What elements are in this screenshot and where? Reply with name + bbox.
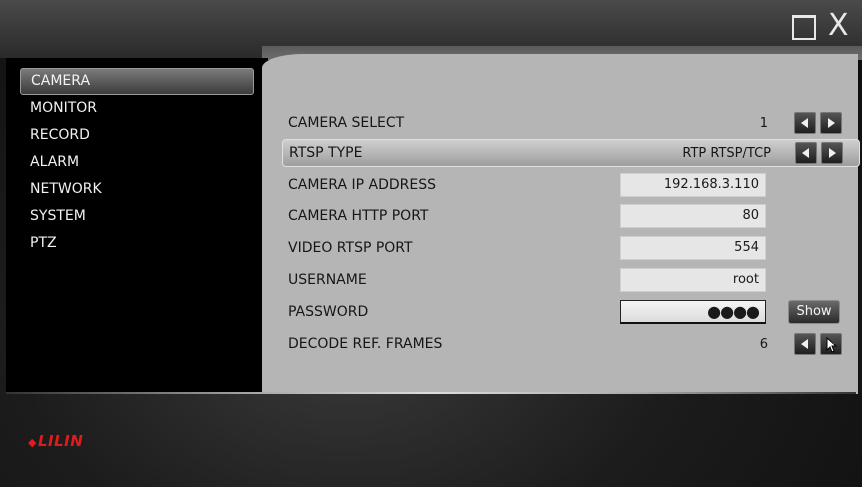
- rtsp-type-prev-button[interactable]: [795, 142, 817, 164]
- username-row: USERNAME root: [282, 267, 856, 293]
- arrow-right-icon: [829, 148, 836, 158]
- camera-select-prev-button[interactable]: [794, 112, 816, 134]
- camera-select-label: CAMERA SELECT: [288, 115, 405, 131]
- password-label: PASSWORD: [288, 304, 369, 320]
- sidebar: CAMERA MONITOR RECORD ALARM NETWORK SYST…: [6, 58, 268, 392]
- lilin-logo: ◆LILIN: [28, 432, 83, 450]
- sidebar-item-record[interactable]: RECORD: [20, 122, 254, 149]
- arrow-left-icon: [802, 148, 809, 158]
- rtsp-type-next-button[interactable]: [821, 142, 843, 164]
- close-button[interactable]: X: [828, 11, 856, 41]
- camera-select-row: CAMERA SELECT 1: [282, 110, 856, 136]
- sidebar-item-camera[interactable]: CAMERA: [20, 68, 254, 95]
- password-field[interactable]: ●●●●: [620, 300, 766, 324]
- rtsp-port-label: VIDEO RTSP PORT: [288, 240, 413, 256]
- decode-frames-label: DECODE REF. FRAMES: [288, 336, 443, 352]
- camera-ip-field[interactable]: 192.168.3.110: [620, 173, 766, 197]
- camera-ip-row: CAMERA IP ADDRESS 192.168.3.110: [282, 172, 856, 198]
- arrow-right-icon: [828, 118, 835, 128]
- camera-select-arrows: [794, 112, 842, 134]
- show-password-button[interactable]: Show: [788, 300, 840, 324]
- logo-swoosh-icon: ◆: [28, 436, 37, 449]
- rtsp-type-label: RTSP TYPE: [289, 145, 363, 161]
- decode-frames-value: 6: [759, 336, 768, 352]
- maximize-icon: [792, 15, 816, 40]
- password-row: PASSWORD ●●●● Show: [282, 299, 856, 325]
- decode-frames-row: DECODE REF. FRAMES 6: [282, 331, 856, 357]
- decode-frames-prev-button[interactable]: [794, 333, 816, 355]
- camera-select-next-button[interactable]: [820, 112, 842, 134]
- mouse-cursor-icon: [826, 337, 838, 353]
- rtsp-port-field[interactable]: 554: [620, 236, 766, 260]
- arrow-left-icon: [801, 339, 808, 349]
- sidebar-item-system[interactable]: SYSTEM: [20, 203, 254, 230]
- sidebar-menu: CAMERA MONITOR RECORD ALARM NETWORK SYST…: [20, 68, 254, 257]
- bottom-divider: [6, 392, 856, 394]
- window-controls: X: [790, 11, 856, 41]
- rtsp-port-row: VIDEO RTSP PORT 554: [282, 235, 856, 261]
- logo-text: LILIN: [37, 432, 84, 450]
- sidebar-item-monitor[interactable]: MONITOR: [20, 95, 254, 122]
- username-field[interactable]: root: [620, 268, 766, 292]
- username-label: USERNAME: [288, 272, 367, 288]
- rtsp-type-value: RTP RTSP/TCP: [682, 145, 771, 161]
- http-port-label: CAMERA HTTP PORT: [288, 208, 429, 224]
- maximize-button[interactable]: [790, 12, 818, 40]
- sidebar-item-alarm[interactable]: ALARM: [20, 149, 254, 176]
- close-icon: X: [828, 8, 849, 43]
- sidebar-item-ptz[interactable]: PTZ: [20, 230, 254, 257]
- arrow-left-icon: [801, 118, 808, 128]
- rtsp-type-row[interactable]: RTSP TYPE RTP RTSP/TCP: [282, 139, 860, 167]
- dvr-settings-screen: X CAMERA MONITOR RECORD ALARM NETWORK SY…: [0, 0, 862, 487]
- sidebar-item-network[interactable]: NETWORK: [20, 176, 254, 203]
- camera-select-value: 1: [759, 115, 768, 131]
- camera-ip-label: CAMERA IP ADDRESS: [288, 177, 436, 193]
- http-port-field[interactable]: 80: [620, 204, 766, 228]
- rtsp-type-arrows: [795, 142, 843, 164]
- http-port-row: CAMERA HTTP PORT 80: [282, 203, 856, 229]
